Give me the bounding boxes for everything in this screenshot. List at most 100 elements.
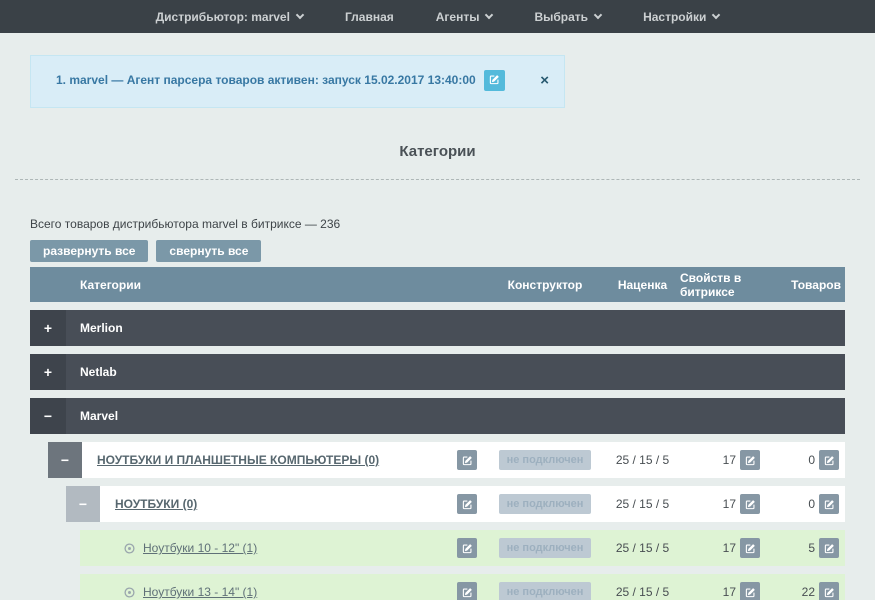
edit-category-button[interactable]: [457, 494, 477, 514]
alert-close-button[interactable]: ×: [540, 70, 549, 91]
category-name-cell: Ноутбуки 13 - 14" (1): [80, 582, 485, 600]
pencil-square-icon: [824, 587, 835, 598]
props-count: 17: [723, 453, 736, 467]
edit-products-button[interactable]: [819, 450, 839, 470]
edit-products-button[interactable]: [819, 538, 839, 558]
distributor-group-name: Netlab: [66, 354, 845, 390]
props-cell: 17: [680, 582, 780, 600]
products-cell: 22: [780, 582, 845, 600]
distributor-group-name: Merlion: [66, 310, 845, 346]
agent-edit-button[interactable]: [484, 70, 505, 91]
totals-summary: Всего товаров дистрибьютора marvel в бит…: [30, 217, 875, 231]
column-header: Товаров: [780, 278, 845, 292]
edit-category-button[interactable]: [457, 582, 477, 600]
circle-dot-icon: [124, 587, 135, 598]
dashed-divider: [15, 179, 860, 180]
pencil-square-icon: [462, 499, 473, 510]
constructor-status-badge: не подключен: [499, 494, 592, 514]
nav-item-label: Выбрать: [534, 10, 588, 24]
collapse-toggle-minus-icon[interactable]: −: [66, 486, 100, 522]
pencil-square-icon: [489, 73, 500, 88]
pencil-square-icon: [462, 455, 473, 466]
categories-table: КатегорииКонструкторНаценкаСвойств в бит…: [30, 267, 845, 600]
table-row: − НОУТБУКИ И ПЛАНШЕТНЫЕ КОМПЬЮТЕРЫ (0) не …: [48, 442, 845, 478]
markup-value: 25 / 15 / 5: [616, 453, 669, 467]
nav-item[interactable]: Дистрибьютор: marvel: [156, 10, 303, 24]
edit-props-button[interactable]: [740, 582, 760, 600]
nav-item-label: Настройки: [643, 10, 706, 24]
collapse-all-button[interactable]: свернуть все: [156, 240, 261, 262]
pencil-square-icon: [824, 455, 835, 466]
category-name-cell: НОУТБУКИ И ПЛАНШЕТНЫЕ КОМПЬЮТЕРЫ (0): [82, 450, 485, 470]
category-link[interactable]: НОУТБУКИ И ПЛАНШЕТНЫЕ КОМПЬЮТЕРЫ (0): [97, 453, 379, 467]
chevron-down-icon: [296, 11, 304, 19]
edit-products-button[interactable]: [819, 582, 839, 600]
column-header: Наценка: [605, 278, 680, 292]
edit-category-button[interactable]: [457, 538, 477, 558]
table-body: +Merlion+Netlab−Marvel−НОУТБУКИ И ПЛАНШЕ…: [30, 310, 845, 600]
edit-props-button[interactable]: [740, 538, 760, 558]
category-row-body: НОУТБУКИ (0)не подключен25 / 15 / 5170: [100, 486, 845, 522]
table-row: Ноутбуки 10 - 12" (1) не подключен 25 / 15…: [80, 530, 845, 566]
expand-all-button[interactable]: развернуть все: [30, 240, 148, 262]
navbar: Дистрибьютор: marvel Главная Агенты Выбрать…: [0, 0, 875, 33]
category-link[interactable]: НОУТБУКИ (0): [115, 497, 197, 511]
props-count: 17: [723, 541, 736, 555]
table-row: −НОУТБУКИ (0)не подключен25 / 15 / 5170: [66, 486, 845, 522]
agent-status-text: 1. marvel — Агент парсера товаров активе…: [56, 70, 476, 91]
table-header: КатегорииКонструкторНаценкаСвойств в бит…: [30, 267, 845, 302]
page-title: Категории: [0, 143, 875, 160]
constructor-status-badge: не подключен: [499, 538, 592, 558]
nav-item[interactable]: Выбрать: [534, 10, 601, 24]
markup-value: 25 / 15 / 5: [616, 497, 669, 511]
category-link[interactable]: Ноутбуки 13 - 14" (1): [143, 585, 257, 599]
column-header: Свойств в битриксе: [680, 271, 780, 299]
expand-toggle-plus-icon[interactable]: +: [30, 310, 66, 346]
chevron-down-icon: [594, 11, 602, 19]
chevron-down-icon: [712, 11, 720, 19]
constructor-cell: не подключен: [485, 494, 605, 514]
pencil-square-icon: [462, 543, 473, 554]
category-link[interactable]: Ноутбуки 10 - 12" (1): [143, 541, 257, 555]
nav-item[interactable]: Агенты: [436, 10, 493, 24]
edit-props-button[interactable]: [740, 494, 760, 514]
edit-products-button[interactable]: [819, 494, 839, 514]
constructor-status-badge: не подключен: [499, 582, 592, 600]
edit-category-button[interactable]: [457, 450, 477, 470]
constructor-cell: не подключен: [485, 582, 605, 600]
edit-props-button[interactable]: [740, 450, 760, 470]
props-cell: 17: [680, 494, 780, 514]
collapse-toggle-minus-icon[interactable]: −: [30, 398, 66, 434]
constructor-status-badge: не подключен: [499, 450, 592, 470]
category-name-cell: Ноутбуки 10 - 12" (1): [80, 538, 485, 558]
markup-cell: 25 / 15 / 5: [605, 453, 680, 467]
pencil-square-icon: [745, 499, 756, 510]
distributor-group-name: Marvel: [66, 398, 845, 434]
table-row: +Merlion: [30, 310, 845, 346]
category-row-body: Ноутбуки 10 - 12" (1) не подключен 25 / 15…: [80, 530, 845, 566]
pencil-square-icon: [745, 455, 756, 466]
nav-item-label: Дистрибьютор: marvel: [156, 10, 290, 24]
category-name-cell: НОУТБУКИ (0): [100, 494, 485, 514]
category-row-body: Ноутбуки 13 - 14" (1) не подключен 25 / 15…: [80, 574, 845, 600]
circle-dot-icon: [124, 543, 135, 554]
pencil-square-icon: [745, 587, 756, 598]
column-header: Категории: [30, 278, 485, 292]
table-row: +Netlab: [30, 354, 845, 390]
pencil-square-icon: [824, 543, 835, 554]
collapse-toggle-minus-icon[interactable]: −: [48, 442, 82, 478]
markup-cell: 25 / 15 / 5: [605, 497, 680, 511]
tree-controls: развернуть все свернуть все: [30, 240, 875, 262]
nav-item[interactable]: Главная: [345, 10, 394, 24]
nav-item-label: Главная: [345, 10, 394, 24]
nav-item[interactable]: Настройки: [643, 10, 719, 24]
products-count: 22: [802, 585, 815, 599]
props-cell: 17: [680, 538, 780, 558]
pencil-square-icon: [745, 543, 756, 554]
table-row: Ноутбуки 13 - 14" (1) не подключен 25 / 15…: [80, 574, 845, 600]
markup-value: 25 / 15 / 5: [616, 541, 669, 555]
markup-value: 25 / 15 / 5: [616, 585, 669, 599]
expand-toggle-plus-icon[interactable]: +: [30, 354, 66, 390]
markup-cell: 25 / 15 / 5: [605, 585, 680, 599]
pencil-square-icon: [824, 499, 835, 510]
